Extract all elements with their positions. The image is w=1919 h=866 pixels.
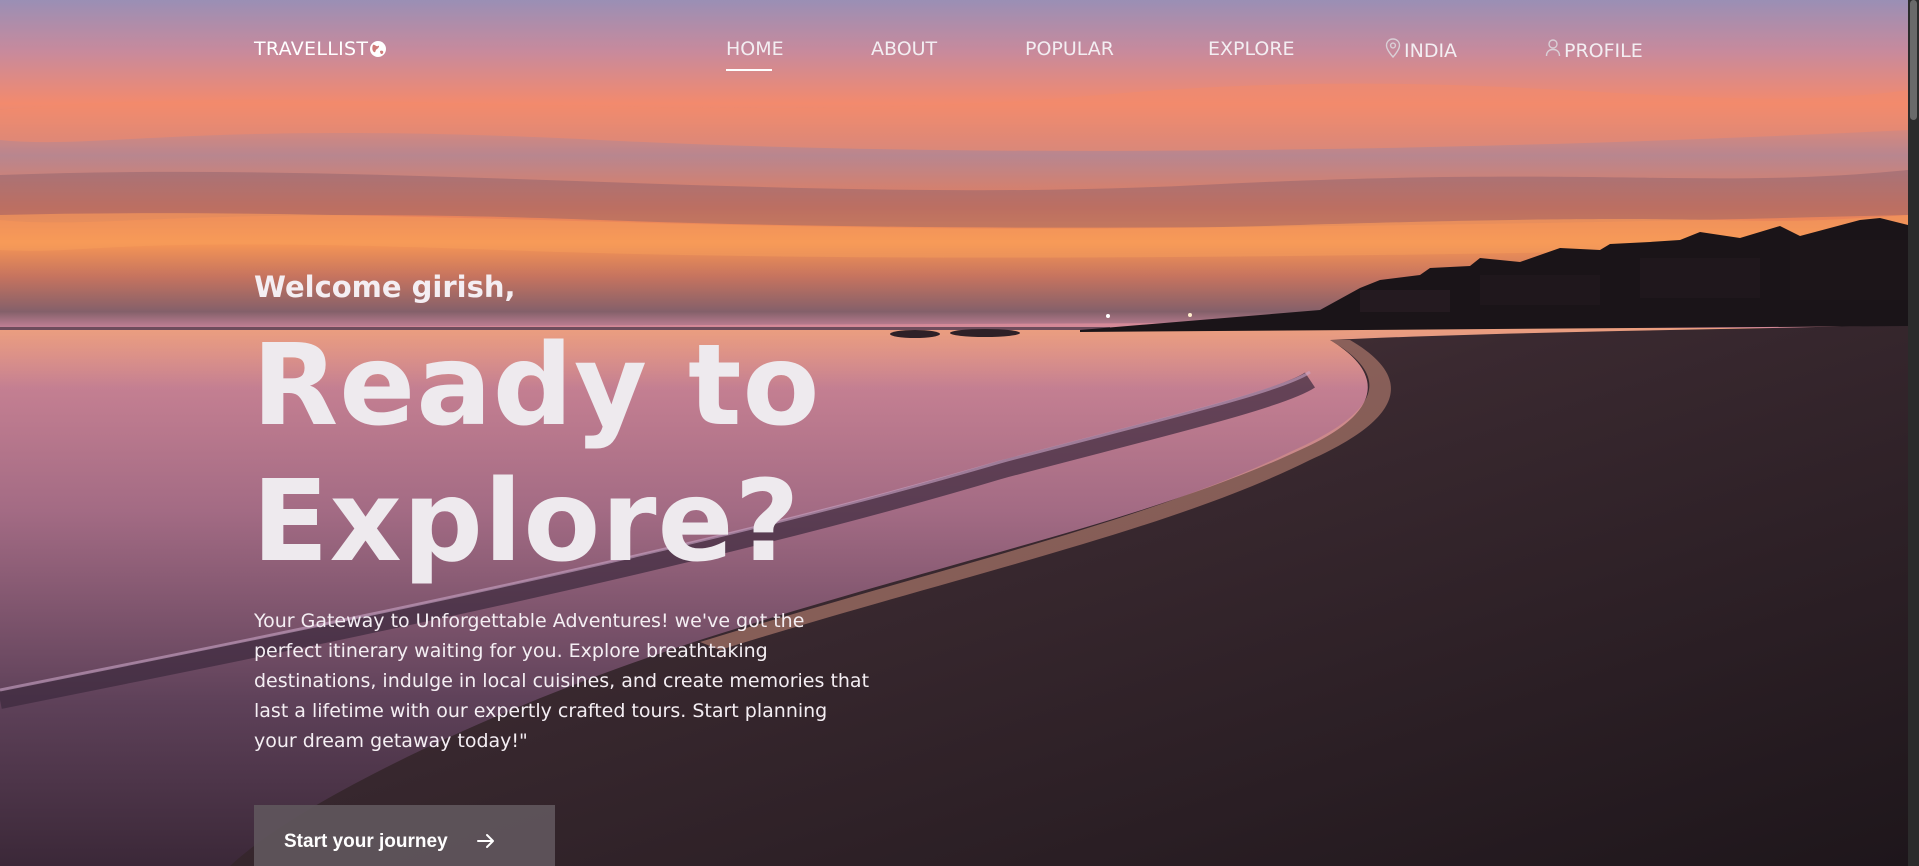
nav-explore-label: EXPLORE	[1208, 38, 1295, 60]
headline-line-1: Ready to	[252, 321, 821, 451]
start-journey-label: Start your journey	[284, 831, 448, 852]
user-icon	[1545, 38, 1561, 63]
hero-description: Your Gateway to Unforgettable Adventures…	[254, 610, 870, 752]
nav-location[interactable]: INDIA	[1385, 38, 1457, 63]
brand-logo[interactable]: TRAVELLIST	[254, 38, 387, 60]
brand-name: TRAVELLIST	[254, 38, 369, 60]
start-journey-button[interactable]: Start your journey	[254, 805, 555, 866]
hero-headline: Ready to Explore?	[252, 318, 820, 590]
hero-section: TRAVELLIST HOME ABOUT POPULAR EXPLORE IN…	[0, 0, 1908, 866]
nav-profile-label: PROFILE	[1564, 39, 1643, 62]
nav-about[interactable]: ABOUT	[871, 38, 937, 60]
nav-location-label: INDIA	[1404, 39, 1458, 62]
nav-about-label: ABOUT	[871, 38, 938, 60]
arrow-right-icon	[476, 831, 496, 857]
headline-line-2: Explore?	[252, 457, 801, 587]
nav-popular-label: POPULAR	[1025, 38, 1114, 60]
nav-home-label: HOME	[726, 38, 784, 60]
location-pin-icon	[1385, 38, 1401, 63]
scrollbar-thumb[interactable]	[1910, 0, 1917, 120]
nav-home[interactable]: HOME	[726, 38, 784, 71]
globe-icon	[369, 40, 387, 58]
welcome-message: Welcome girish,	[254, 270, 516, 304]
page-scrollbar[interactable]	[1908, 0, 1919, 866]
nav-explore[interactable]: EXPLORE	[1208, 38, 1295, 60]
nav-popular[interactable]: POPULAR	[1025, 38, 1114, 60]
nav-profile[interactable]: PROFILE	[1545, 38, 1643, 63]
